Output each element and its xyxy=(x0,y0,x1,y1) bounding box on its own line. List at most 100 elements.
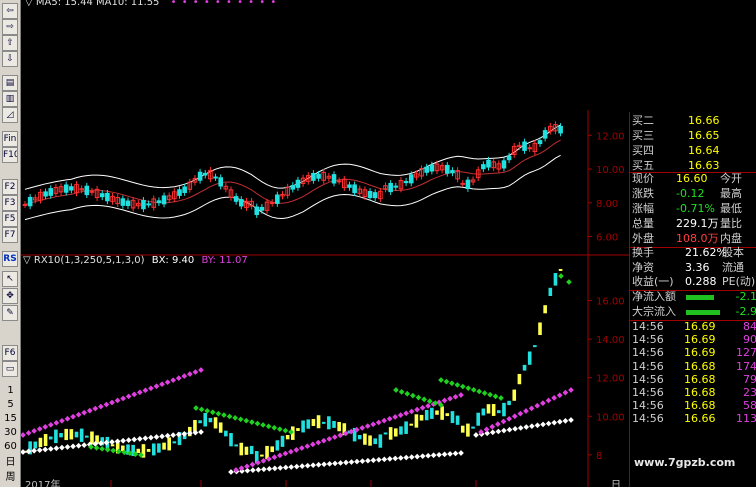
signal-dot-line xyxy=(276,426,283,433)
period-1[interactable]: 1 xyxy=(1,384,20,398)
chart-area[interactable]: 12.00 10.00 8.00 6.00 16.00 14.00 12.00 10.00 8 … xyxy=(21,0,629,487)
ind-candle xyxy=(64,428,68,441)
ind-candle xyxy=(229,433,233,447)
kline-chart[interactable]: 12.00 10.00 8.00 6.00 16.00 14.00 12.00 10.00 8 xyxy=(21,0,629,487)
ind-candle xyxy=(373,438,377,445)
pencil-icon[interactable]: ✎ xyxy=(2,305,18,321)
period-5[interactable]: 5 xyxy=(1,398,20,412)
bx-dot-line xyxy=(386,456,393,462)
f5-icon[interactable]: F5 xyxy=(2,211,18,227)
candle-body xyxy=(213,176,218,179)
ind-candle xyxy=(394,428,398,437)
bx-dot-line xyxy=(556,418,563,425)
stat-row: 总量 229.1万 量比 xyxy=(630,217,756,231)
period-60[interactable]: 60 xyxy=(1,440,20,454)
signal-dot-line xyxy=(282,427,289,434)
bx-dot-line xyxy=(392,455,399,462)
period-15[interactable]: 15 xyxy=(1,412,20,426)
ind-candle xyxy=(337,421,341,432)
ind-candle xyxy=(460,425,465,433)
fin-icon[interactable]: Fin xyxy=(2,131,18,147)
bid-label: 买二 xyxy=(632,114,654,127)
bx-dot-line xyxy=(540,421,546,428)
bx-dot-line xyxy=(517,425,524,431)
forward-icon[interactable]: ⇨ xyxy=(2,19,18,35)
candle-body xyxy=(542,130,548,139)
by-dot-line xyxy=(103,401,110,408)
stat2-label: 净资 xyxy=(632,260,654,274)
main-ytick-label: 8.00 xyxy=(596,199,618,210)
f6-icon[interactable]: F6 xyxy=(2,345,18,361)
by-dot-line xyxy=(381,417,387,424)
tick-time: 14:56 xyxy=(632,320,664,333)
signal-dot-line xyxy=(438,377,444,383)
down-icon[interactable]: ⇩ xyxy=(2,51,18,67)
main-ytick-label: 12.00 xyxy=(596,131,625,142)
by-dot-line xyxy=(277,452,283,459)
ind-ytick-label: 16.00 xyxy=(596,297,625,308)
by-dot-line xyxy=(534,402,541,409)
candle-body xyxy=(388,182,393,193)
bid-price: 16.63 xyxy=(688,159,720,172)
candle-body xyxy=(408,174,414,184)
bid-row: 买五 16.63 xyxy=(630,159,756,173)
bx-dot-line xyxy=(397,455,404,461)
period-30[interactable]: 30 xyxy=(1,426,20,440)
by-dot-line xyxy=(198,367,204,373)
bx-dot-line xyxy=(53,445,60,452)
ind-candle xyxy=(522,364,527,371)
watermark-text: www.7gpzb.com xyxy=(634,456,736,469)
stat2-row: 换手 21.62% 股本 xyxy=(630,246,756,260)
period-日[interactable]: 日 xyxy=(1,456,20,470)
by-dot-line xyxy=(142,387,149,394)
window-icon[interactable]: ▭ xyxy=(2,361,18,377)
f2-icon[interactable]: F2 xyxy=(2,179,18,195)
f3-icon[interactable]: F3 xyxy=(2,195,18,211)
candle-body xyxy=(424,166,429,173)
line-chart-icon[interactable]: ◿ xyxy=(2,107,18,123)
up-icon[interactable]: ⇧ xyxy=(2,35,18,51)
bx-dot-line xyxy=(343,459,349,466)
signal-dot-line xyxy=(415,394,422,401)
by-dot-line xyxy=(326,436,333,442)
ind-candle xyxy=(285,434,290,440)
signal-dot-line xyxy=(221,412,227,418)
by-dot-line xyxy=(25,430,32,436)
tick-time: 14:56 xyxy=(632,386,664,399)
bx-dot-line xyxy=(288,464,295,470)
candle-body xyxy=(84,185,90,196)
stat2-value: 0.288 xyxy=(685,275,717,288)
candle-body xyxy=(182,186,187,193)
signal-dot-line xyxy=(271,424,278,431)
kline-icon[interactable]: ▥ xyxy=(2,91,18,107)
pointer-icon[interactable]: ↖ xyxy=(2,271,18,287)
bx-dot-line xyxy=(261,466,267,473)
ind-candle xyxy=(172,441,177,444)
indicator-bx: BX: 9.40 xyxy=(151,255,195,266)
signal-dot-line xyxy=(265,423,272,430)
signal-dot-line xyxy=(443,378,450,385)
period-周[interactable]: 周 xyxy=(1,471,20,485)
f10-icon[interactable]: F10 xyxy=(2,147,18,163)
analysis-chart-icon[interactable]: ▤ xyxy=(2,75,18,91)
by-dot-line xyxy=(81,409,88,416)
bx-dot-line xyxy=(277,465,284,471)
by-dot-line xyxy=(109,399,115,406)
bx-dot-line xyxy=(436,451,442,458)
by-dot-line xyxy=(523,408,529,414)
back-icon[interactable]: ⇦ xyxy=(2,3,18,19)
tick-row: 14:56 16.68 58 xyxy=(630,399,756,413)
bx-dot-line xyxy=(255,466,262,473)
ind-candle xyxy=(85,435,89,438)
candle-body xyxy=(445,164,450,174)
rs-icon[interactable]: RS xyxy=(2,251,18,267)
bx-dot-line xyxy=(419,453,426,459)
move-icon[interactable]: ✥ xyxy=(2,288,18,304)
bx-dot-line xyxy=(365,457,371,464)
ind-candle xyxy=(43,434,48,446)
by-dot-line xyxy=(153,383,160,390)
by-dot-line xyxy=(414,406,420,413)
ind-candle xyxy=(553,273,558,286)
f7-icon[interactable]: F7 xyxy=(2,227,18,243)
ind-candle xyxy=(455,415,460,425)
